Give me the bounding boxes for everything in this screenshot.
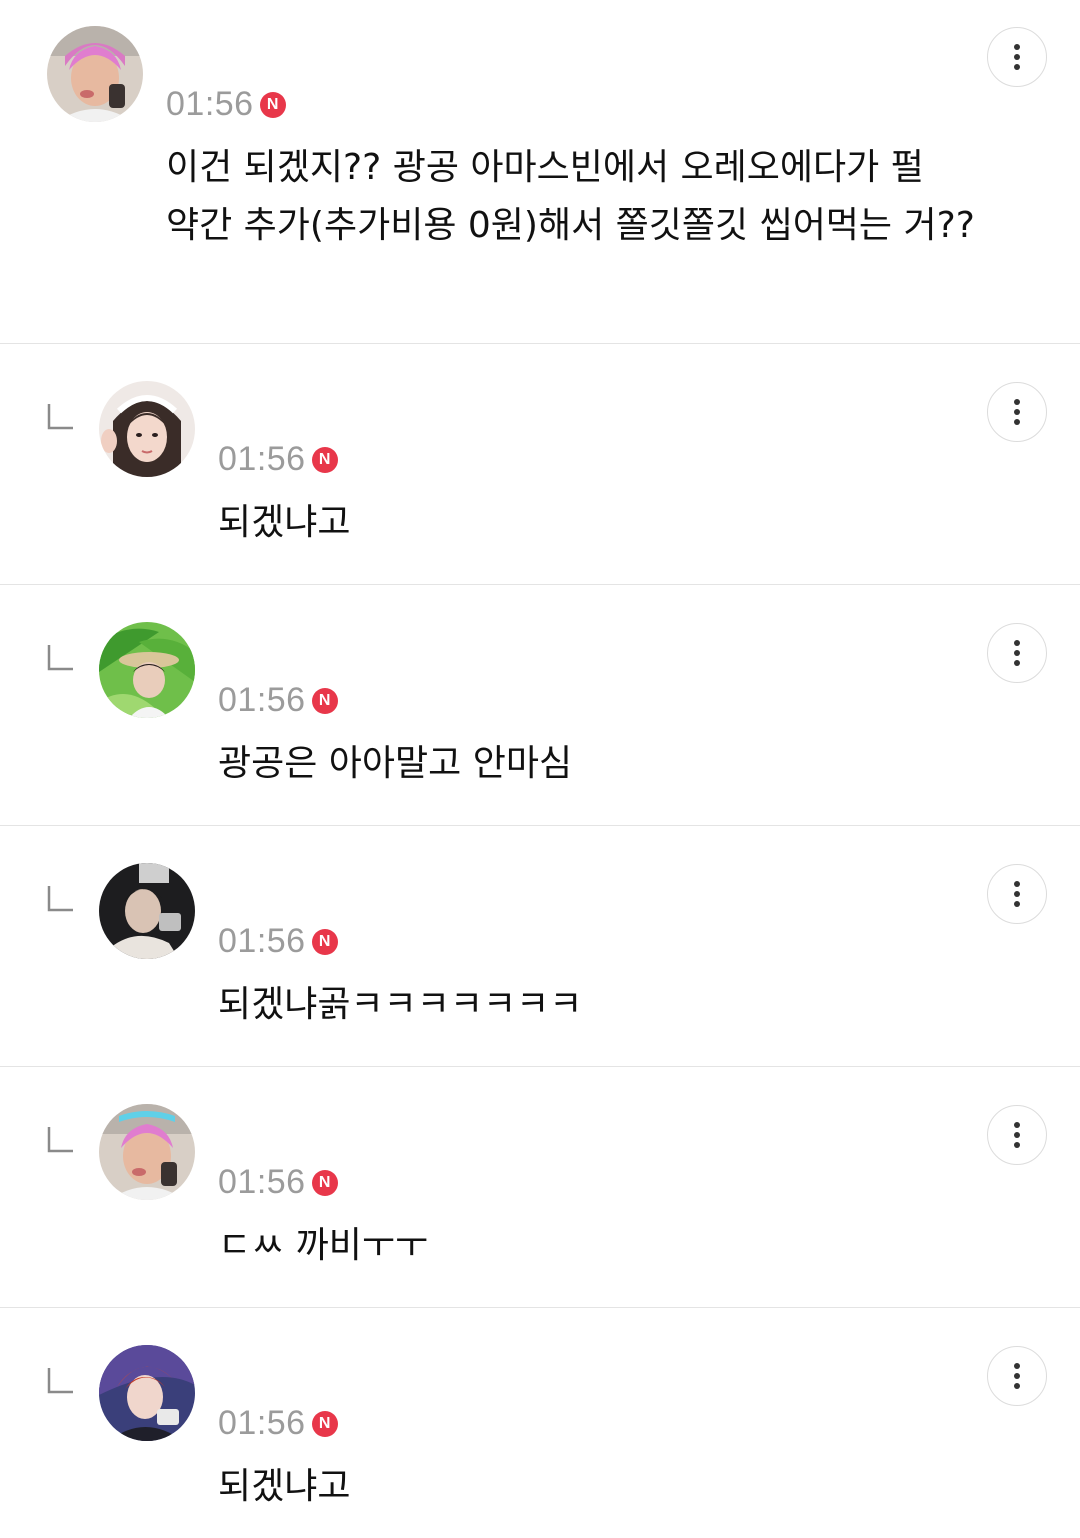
comment-meta: 01:56 N bbox=[218, 921, 338, 961]
comment-time: 01:56 bbox=[218, 680, 306, 719]
comment-meta: 01:56 N bbox=[218, 680, 338, 720]
comment-text: 되겠냐고 bbox=[218, 502, 351, 543]
more-vertical-icon bbox=[1014, 640, 1020, 666]
avatar[interactable] bbox=[99, 1104, 195, 1200]
comment-text: 이건 되겠지?? 광공 아마스빈에서 오레오에다가 펄 약간 추가(추가비용 0… bbox=[166, 147, 975, 246]
avatar[interactable] bbox=[47, 26, 143, 122]
more-options-button[interactable] bbox=[987, 1105, 1047, 1165]
more-vertical-icon bbox=[1014, 1363, 1020, 1389]
new-badge: N bbox=[311, 688, 338, 714]
comment-meta: 01:56 N bbox=[166, 84, 286, 124]
comment-time: 01:56 bbox=[218, 1403, 306, 1442]
new-badge: N bbox=[259, 92, 286, 118]
more-vertical-icon bbox=[1014, 1122, 1020, 1148]
new-badge: N bbox=[311, 1170, 338, 1196]
reply-comment-item: 01:56 N ㄷㅆ 까비ㅜㅜ bbox=[0, 1067, 1080, 1308]
comment-text: 광공은 아아말고 안마심 bbox=[218, 743, 573, 784]
more-vertical-icon bbox=[1014, 399, 1020, 425]
more-options-button[interactable] bbox=[987, 27, 1047, 87]
comment-text: 되겠냐곩ㅋㅋㅋㅋㅋㅋㅋ bbox=[218, 984, 583, 1025]
reply-arrow-icon bbox=[47, 886, 73, 912]
reply-arrow-icon bbox=[47, 404, 73, 430]
reply-comment-item: 01:56 N 되겠냐고 bbox=[0, 344, 1080, 585]
more-vertical-icon bbox=[1014, 881, 1020, 907]
reply-arrow-icon bbox=[47, 1368, 73, 1394]
reply-arrow-icon bbox=[47, 1127, 73, 1153]
comment-meta: 01:56 N bbox=[218, 1403, 338, 1443]
more-options-button[interactable] bbox=[987, 1346, 1047, 1406]
avatar[interactable] bbox=[99, 381, 195, 477]
comment-time: 01:56 bbox=[218, 1162, 306, 1201]
comment-text: 되겠냐고 bbox=[218, 1466, 351, 1507]
comment-time: 01:56 bbox=[218, 921, 306, 960]
comment-time: 01:56 bbox=[166, 84, 254, 123]
comment-meta: 01:56 N bbox=[218, 439, 338, 479]
reply-comment-item: 01:56 N 되겠냐고 bbox=[0, 1308, 1080, 1538]
new-badge: N bbox=[311, 1411, 338, 1437]
comment-meta: 01:56 N bbox=[218, 1162, 338, 1202]
avatar[interactable] bbox=[99, 622, 195, 718]
comment-time: 01:56 bbox=[218, 439, 306, 478]
new-badge: N bbox=[311, 447, 338, 473]
new-badge: N bbox=[311, 929, 338, 955]
more-vertical-icon bbox=[1014, 44, 1020, 70]
avatar[interactable] bbox=[99, 1345, 195, 1441]
reply-arrow-icon bbox=[47, 645, 73, 671]
reply-comment-item: 01:56 N 되겠냐곩ㅋㅋㅋㅋㅋㅋㅋ bbox=[0, 826, 1080, 1067]
more-options-button[interactable] bbox=[987, 623, 1047, 683]
comment-item: 01:56 N 이건 되겠지?? 광공 아마스빈에서 오레오에다가 펄 약간 추… bbox=[0, 0, 1080, 344]
more-options-button[interactable] bbox=[987, 864, 1047, 924]
avatar[interactable] bbox=[99, 863, 195, 959]
comment-text: ㄷㅆ 까비ㅜㅜ bbox=[218, 1225, 429, 1266]
more-options-button[interactable] bbox=[987, 382, 1047, 442]
reply-comment-item: 01:56 N 광공은 아아말고 안마심 bbox=[0, 585, 1080, 826]
